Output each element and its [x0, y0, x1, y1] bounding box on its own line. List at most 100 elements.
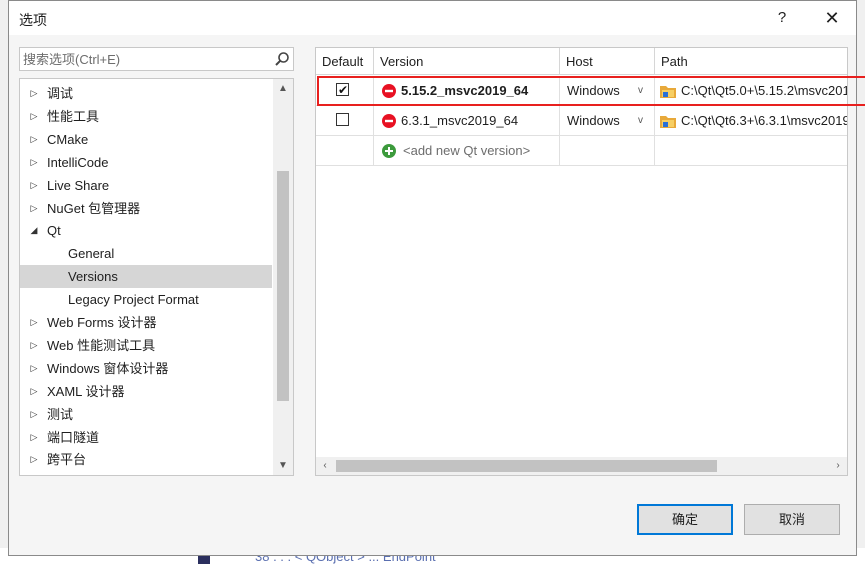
column-header-default[interactable]: Default [316, 48, 374, 75]
scroll-thumb[interactable] [277, 171, 289, 401]
error-icon [382, 114, 396, 128]
scroll-down-icon[interactable]: ▼ [273, 457, 293, 475]
chevron-down-icon[interactable]: v [638, 76, 643, 105]
expand-arrow-icon[interactable]: ▷ [28, 311, 40, 334]
tree-item-label: 性能工具 [47, 108, 100, 124]
path-cell [655, 136, 847, 166]
tree-item[interactable]: ▷ Live Share [20, 174, 272, 197]
tree-item-label: 端口隧道 [47, 429, 100, 445]
check-icon: ✔ [338, 83, 349, 97]
search-box [19, 47, 294, 71]
help-button[interactable]: ? [767, 5, 797, 31]
folder-icon[interactable] [660, 84, 676, 98]
tree-item[interactable]: ▷ 性能工具 [20, 105, 272, 128]
scroll-thumb[interactable] [336, 460, 717, 472]
expand-arrow-icon[interactable]: ▷ [28, 380, 40, 403]
tree-item[interactable]: ▷ XAML 设计器 [20, 380, 272, 403]
default-cell [316, 106, 374, 136]
expand-arrow-icon[interactable]: ▷ [28, 105, 40, 128]
host-value: Windows [567, 113, 620, 128]
cancel-button[interactable]: 取消 [744, 504, 840, 535]
qt-versions-grid: Default Version Host Path ✔ 5.15.2_msvc2… [315, 47, 848, 476]
tree-item-label: 测试 [47, 406, 74, 422]
tree-item-label: NuGet 包管理器 [47, 200, 141, 216]
default-checkbox[interactable]: ✔ [336, 83, 349, 97]
tree-item[interactable]: ▷ 调试 [20, 82, 272, 105]
tree-item[interactable]: Versions [20, 265, 272, 289]
expand-arrow-icon[interactable]: ▷ [28, 82, 40, 105]
tree-item-label: 调试 [47, 86, 74, 101]
search-input[interactable] [23, 50, 268, 68]
tree-item-label: CMake [47, 131, 89, 147]
scroll-right-icon[interactable]: › [829, 457, 847, 475]
tree-item-label: Qt [47, 223, 61, 239]
tree-item-label: Web Forms 设计器 [47, 315, 157, 330]
tree-item-label: XAML 设计器 [47, 383, 125, 399]
tree-item[interactable]: ▷ IntelliCode [20, 151, 272, 174]
add-version-cell[interactable]: <add new Qt version> [374, 136, 560, 166]
error-icon [382, 84, 396, 98]
path-value: C:\Qt\Qt5.0+\5.15.2\msvc2019_64 [681, 83, 847, 98]
tree-item[interactable]: General [20, 242, 272, 265]
expand-arrow-icon[interactable]: ▷ [28, 197, 40, 220]
grid-horizontal-scrollbar[interactable]: ‹ › [316, 457, 847, 475]
options-tree: ▷ 调试 ▷ 性能工具 ▷ CMake ▷ IntelliCode ▷ Live Share ▷ Nu… [19, 78, 294, 476]
tree-item[interactable]: ▷ Windows 窗体设计器 [20, 357, 272, 380]
host-value: Windows [567, 83, 620, 98]
ok-button[interactable]: 确定 [637, 504, 733, 535]
tree-item-label: General [68, 246, 115, 262]
default-cell: ✔ [316, 76, 374, 106]
expand-arrow-icon[interactable]: ▷ [28, 426, 40, 449]
tree-item[interactable]: ▷ 端口隧道 [20, 426, 272, 449]
host-cell[interactable]: Windows v [560, 106, 655, 136]
version-name: 6.3.1_msvc2019_64 [401, 113, 519, 128]
tree-item[interactable]: ▷ 跨平台 [20, 448, 272, 471]
tree-item[interactable]: ▷ NuGet 包管理器 [20, 197, 272, 220]
tree-item-label: IntelliCode [47, 154, 109, 170]
tree-scrollbar[interactable]: ▲ ▼ [273, 79, 293, 475]
tree-item[interactable]: ▷ Web 性能测试工具 [20, 334, 272, 357]
tree-item-label: Versions [68, 269, 118, 285]
tree-item-label: Web 性能测试工具 [47, 337, 156, 353]
scroll-up-icon[interactable]: ▲ [273, 79, 293, 99]
tree-item-label: Windows 窗体设计器 [47, 360, 169, 376]
add-version-link[interactable]: <add new Qt version> [403, 136, 530, 165]
tree-item-label: Live Share [47, 177, 110, 193]
version-name: 5.15.2_msvc2019_64 [401, 83, 529, 98]
tree-item[interactable]: Legacy Project Format [20, 288, 272, 311]
scroll-left-icon[interactable]: ‹ [316, 457, 334, 475]
expand-arrow-icon[interactable]: ▷ [28, 174, 40, 197]
expand-arrow-icon[interactable]: ▷ [28, 357, 40, 380]
tree-item[interactable]: ▷ Web Forms 设计器 [20, 311, 272, 334]
collapse-arrow-icon[interactable]: ◢ [28, 219, 40, 242]
version-cell[interactable]: 6.3.1_msvc2019_64 [374, 106, 560, 136]
path-value: C:\Qt\Qt6.3+\6.3.1\msvc2019_64 [681, 113, 847, 128]
folder-icon[interactable] [660, 114, 676, 128]
tree-item-label: 跨平台 [47, 452, 87, 468]
column-header-host[interactable]: Host [560, 48, 655, 75]
column-header-path[interactable]: Path [655, 48, 847, 75]
path-cell[interactable]: C:\Qt\Qt6.3+\6.3.1\msvc2019_64 [655, 106, 847, 136]
tree-item-label: Legacy Project Format [68, 292, 199, 308]
close-button[interactable]: ✕ [817, 5, 847, 31]
expand-arrow-icon[interactable]: ▷ [28, 128, 40, 151]
expand-arrow-icon[interactable]: ▷ [28, 151, 40, 174]
expand-arrow-icon[interactable]: ▷ [28, 448, 40, 471]
column-header-version[interactable]: Version [374, 48, 560, 75]
expand-arrow-icon[interactable]: ▷ [28, 334, 40, 357]
default-cell [316, 136, 374, 166]
tree-item[interactable]: ◢ Qt [20, 219, 272, 242]
default-checkbox[interactable] [336, 113, 349, 126]
search-icon[interactable] [274, 51, 290, 67]
path-cell[interactable]: C:\Qt\Qt5.0+\5.15.2\msvc2019_64 [655, 76, 847, 106]
dialog-title: 选项 [19, 12, 47, 28]
expand-arrow-icon[interactable]: ▷ [28, 403, 40, 426]
version-cell[interactable]: 5.15.2_msvc2019_64 [374, 76, 560, 106]
title-bar: 选项 ? ✕ [9, 1, 856, 35]
chevron-down-icon[interactable]: v [638, 106, 643, 135]
tree-item[interactable]: ▷ CMake [20, 128, 272, 151]
host-cell [560, 136, 655, 166]
tree-item[interactable]: ▷ 测试 [20, 403, 272, 426]
host-cell[interactable]: Windows v [560, 76, 655, 106]
add-icon [382, 144, 396, 158]
